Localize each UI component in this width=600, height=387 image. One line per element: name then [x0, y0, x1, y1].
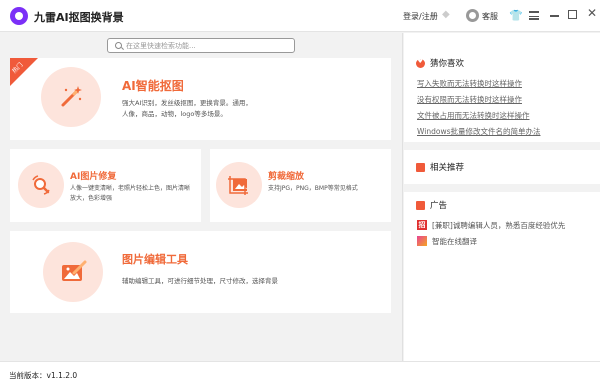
customer-service-icon[interactable]	[466, 9, 479, 22]
search-input[interactable]	[126, 40, 291, 51]
ai-repair-card[interactable]: AI图片修复 人像一键变清晰，老照片轻松上色，图片清晰放大，色彩增强	[10, 149, 201, 222]
search-box[interactable]	[107, 38, 295, 53]
guess-link[interactable]: 写入失败而无法转换时这样操作	[417, 76, 540, 92]
image-edit-icon	[62, 260, 87, 281]
status-bar: 当前版本：v1.1.2.0	[0, 361, 600, 387]
magic-wand-icon	[61, 86, 82, 107]
related-header: 相关推荐	[416, 161, 464, 173]
search-icon	[115, 42, 122, 49]
skin-icon[interactable]: 👕	[509, 9, 523, 22]
guess-you-like-header: 猜你喜欢	[416, 57, 464, 69]
ai-matting-title: AI智能抠图	[122, 79, 184, 93]
ai-matting-description: 强大AI识别，发丝级抠图，更换背景。通用，人像，商品，动物，logo等多场景。	[122, 99, 252, 118]
panel-divider	[402, 33, 403, 361]
app-logo	[10, 7, 28, 25]
ads-title: 广告	[430, 201, 448, 211]
guess-you-like-title: 猜你喜欢	[430, 59, 465, 69]
ads-header: 广告	[416, 199, 447, 211]
close-button[interactable]: ✕	[587, 7, 597, 19]
section-divider	[404, 184, 600, 192]
ad-item[interactable]: 招 [兼职]诚聘编辑人员，熟悉百度经验优先	[417, 217, 565, 233]
ads-icon	[416, 200, 425, 210]
ad-item[interactable]: 智能在线翻译	[417, 233, 565, 249]
ai-matting-card[interactable]: 热门 AI智能抠图 强大AI识别，发丝级抠图，更换背景。通用，人像，商品，动物，…	[10, 58, 391, 140]
guess-link[interactable]: Windows批量修改文件名的简单办法	[417, 124, 540, 140]
crop-icon	[228, 176, 248, 195]
guess-link[interactable]: 文件被占用而无法转换时这样操作	[417, 108, 540, 124]
guess-list: 写入失败而无法转换时这样操作 没有权限而无法转换时这样操作 文件被占用而无法转换…	[417, 76, 540, 140]
guess-link[interactable]: 没有权限而无法转换时这样操作	[417, 92, 540, 108]
login-register-link[interactable]: 登录/注册	[403, 11, 438, 22]
section-divider	[404, 142, 600, 150]
magnify-repair-icon	[32, 175, 50, 195]
ads-list: 招 [兼职]诚聘编辑人员，熟悉百度经验优先 智能在线翻译	[417, 217, 565, 249]
ai-repair-title: AI图片修复	[70, 172, 117, 182]
hot-badge-label: 热门	[10, 61, 25, 75]
minimize-button[interactable]	[550, 15, 559, 17]
maximize-button[interactable]	[568, 10, 577, 19]
ad-text: 智能在线翻译	[432, 236, 477, 246]
right-panel: 猜你喜欢 写入失败而无法转换时这样操作 没有权限而无法转换时这样操作 文件被占用…	[404, 33, 600, 361]
ad-text: [兼职]诚聘编辑人员，熟悉百度经验优先	[432, 220, 566, 230]
image-edit-description: 辅助编辑工具，可进行细节处理，尺寸修改，选择背景	[122, 277, 278, 285]
translate-icon	[417, 236, 427, 246]
customer-service-label[interactable]: 客服	[482, 11, 498, 22]
related-title: 相关推荐	[430, 163, 465, 173]
image-edit-title: 图片编辑工具	[122, 253, 188, 266]
version-label: 当前版本：v1.1.2.0	[9, 371, 78, 380]
menu-icon[interactable]	[529, 11, 539, 20]
hot-ribbon: 热门	[10, 58, 38, 86]
app-title: 九雷AI抠图换背景	[34, 11, 124, 24]
ai-repair-description: 人像一键变清晰，老照片轻松上色，图片清晰放大，色彩增强	[70, 185, 191, 202]
title-bar: 九雷AI抠图换背景 登录/注册 ◆ 客服 👕 ✕	[0, 0, 600, 32]
crop-resize-card[interactable]: 剪裁缩放 支持JPG，PNG，BMP等常见格式	[210, 149, 391, 222]
related-icon	[416, 162, 425, 172]
vip-diamond-icon[interactable]: ◆	[442, 10, 452, 20]
heart-icon	[416, 58, 425, 68]
recruit-badge: 招	[417, 220, 427, 230]
crop-description: 支持JPG，PNG，BMP等常见格式	[268, 185, 358, 192]
image-edit-card[interactable]: 图片编辑工具 辅助编辑工具，可进行细节处理，尺寸修改，选择背景	[10, 231, 391, 313]
crop-title: 剪裁缩放	[268, 172, 305, 182]
